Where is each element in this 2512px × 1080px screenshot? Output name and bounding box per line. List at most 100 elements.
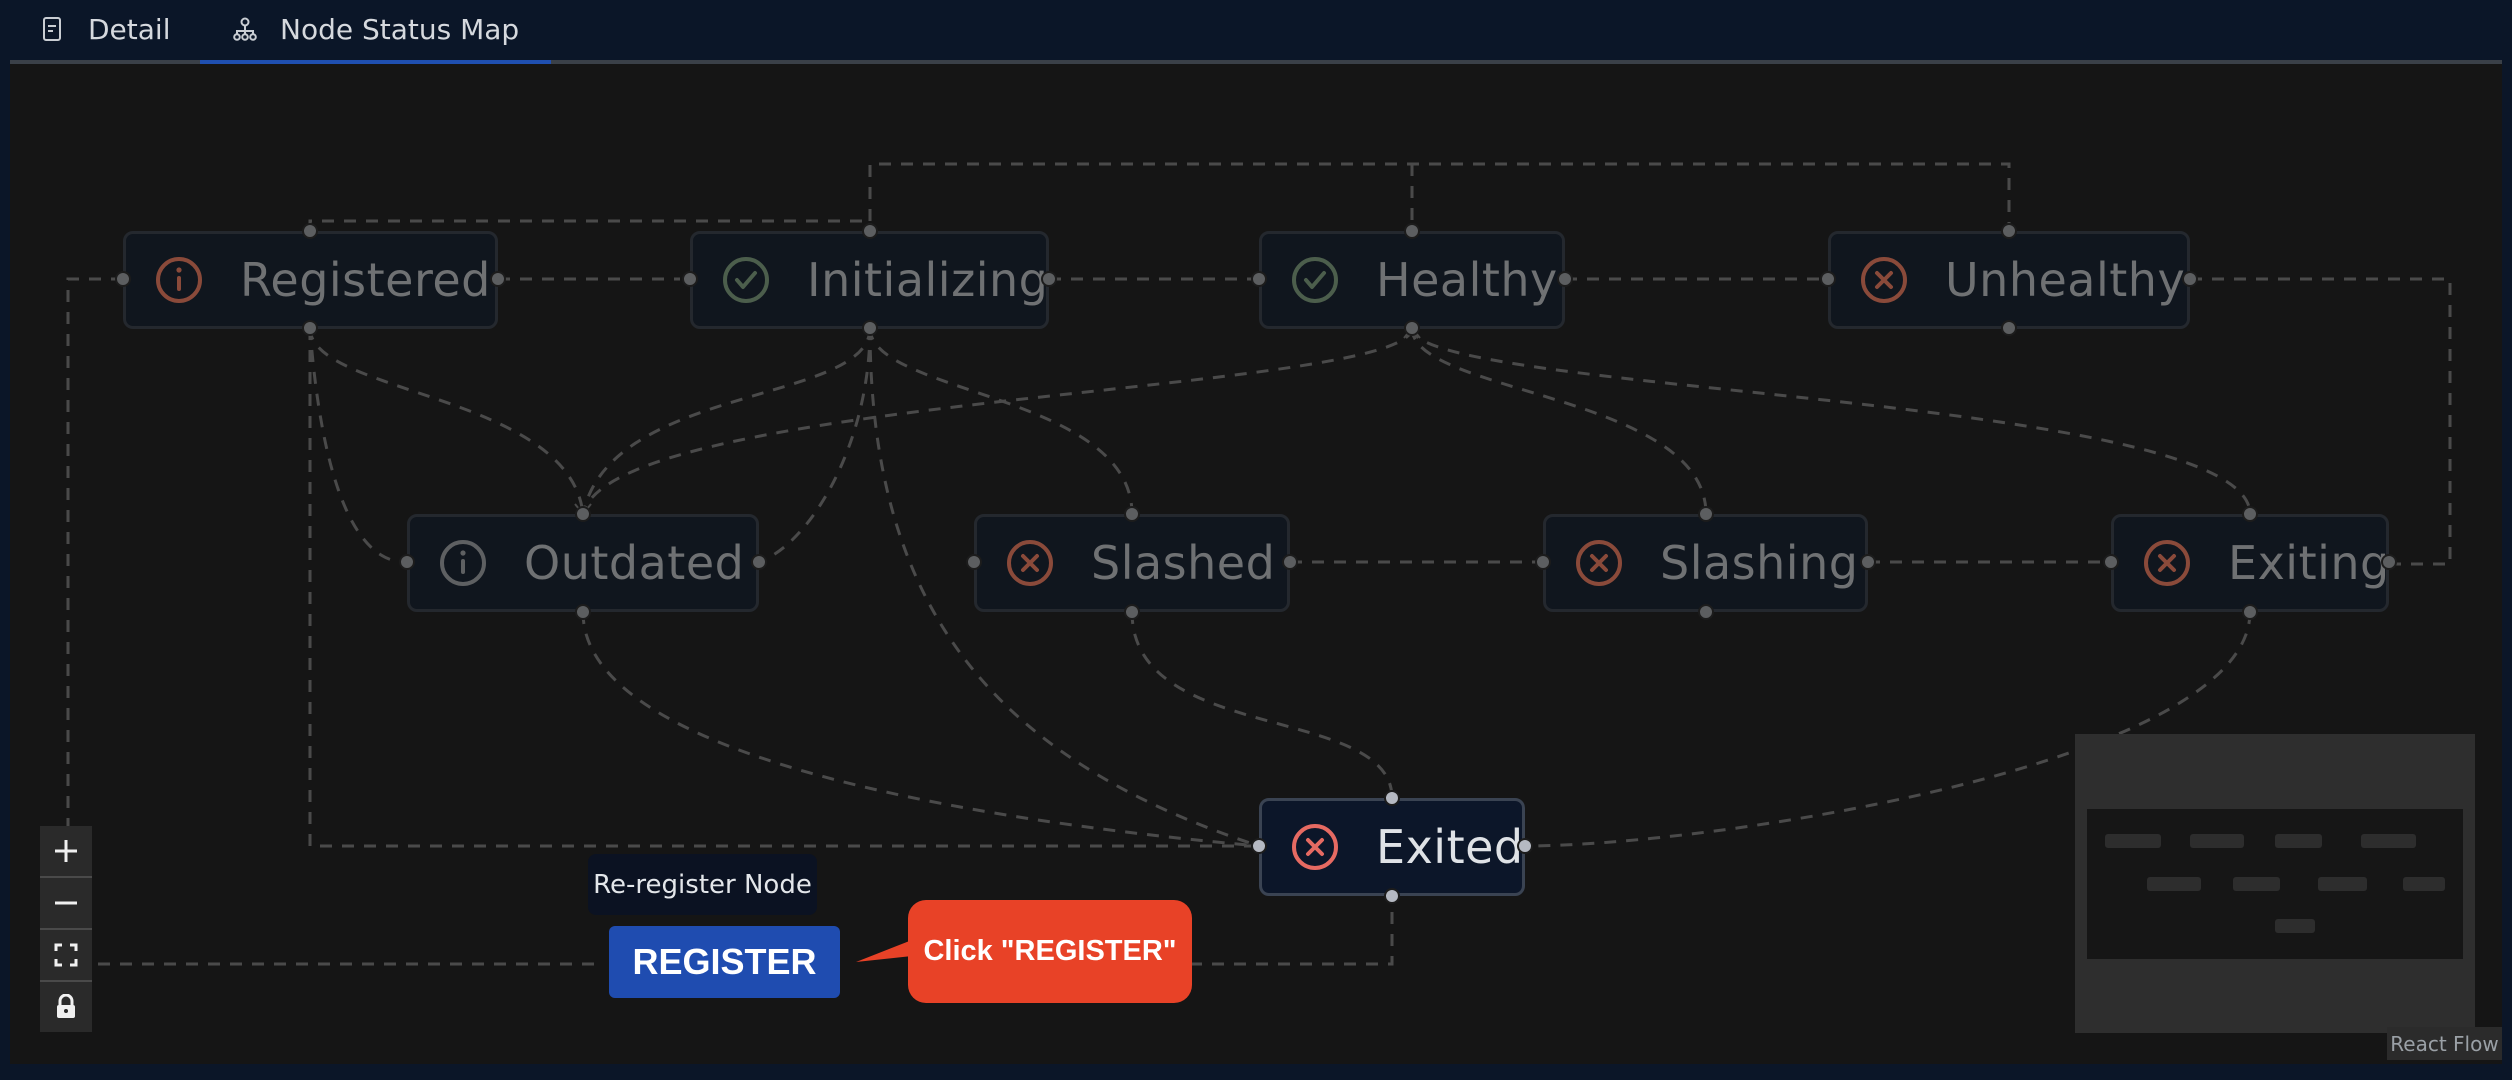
- handle[interactable]: [1251, 838, 1267, 854]
- zoom-in-button[interactable]: [40, 826, 92, 878]
- handle[interactable]: [2381, 554, 2397, 570]
- node-unhealthy[interactable]: Unhealthy: [1828, 231, 2190, 329]
- handle[interactable]: [1698, 604, 1714, 620]
- handle[interactable]: [2001, 223, 2017, 239]
- node-label: Initializing: [807, 253, 1049, 307]
- handle[interactable]: [490, 271, 506, 287]
- handle[interactable]: [575, 604, 591, 620]
- handle[interactable]: [1698, 506, 1714, 522]
- handle[interactable]: [1384, 790, 1400, 806]
- flow-canvas[interactable]: Registered Initializing Healthy Unhealth…: [10, 64, 2502, 1064]
- x-circle-icon: [1576, 540, 1622, 586]
- handle[interactable]: [2103, 554, 2119, 570]
- minimap-node: [2147, 877, 2201, 891]
- edge-initializing-top-unhealthy-top: [868, 162, 2011, 231]
- register-button[interactable]: REGISTER: [609, 926, 840, 998]
- handle[interactable]: [302, 223, 318, 239]
- handle[interactable]: [2242, 604, 2258, 620]
- handle[interactable]: [862, 320, 878, 336]
- edge-healthy-exiting: [1410, 327, 2252, 515]
- handle[interactable]: [1557, 271, 1573, 287]
- handle[interactable]: [1282, 554, 1298, 570]
- handle[interactable]: [751, 554, 767, 570]
- tab-detail-label: Detail: [88, 12, 171, 46]
- node-label: Exiting: [2228, 536, 2390, 590]
- handle[interactable]: [862, 223, 878, 239]
- tab-node-status-map-label: Node Status Map: [280, 12, 520, 46]
- tab-bar: Detail Node Status Map: [0, 0, 2512, 61]
- handle[interactable]: [1404, 223, 1420, 239]
- tab-node-status-map[interactable]: Node Status Map: [232, 0, 519, 58]
- node-healthy[interactable]: Healthy: [1259, 231, 1565, 329]
- x-circle-icon: [1007, 540, 1053, 586]
- handle[interactable]: [1860, 554, 1876, 570]
- handle[interactable]: [2182, 271, 2198, 287]
- node-initializing[interactable]: Initializing: [690, 231, 1049, 329]
- edge-registered-outdated-left: [308, 327, 408, 564]
- minimap-node: [2403, 877, 2445, 891]
- fit-view-icon: [54, 943, 78, 967]
- node-slashed[interactable]: Slashed: [974, 514, 1290, 612]
- edge-registered-outdated: [308, 327, 585, 515]
- edge-slashed-exited: [1130, 611, 1394, 799]
- handle[interactable]: [399, 554, 415, 570]
- check-circle-icon: [1292, 257, 1338, 303]
- lock-icon: [57, 994, 75, 1018]
- edge-initializing-outdated-right: [758, 327, 872, 564]
- x-circle-icon: [2144, 540, 2190, 586]
- handle[interactable]: [2242, 506, 2258, 522]
- minus-icon: [55, 901, 77, 905]
- handle[interactable]: [1384, 888, 1400, 904]
- handle[interactable]: [1820, 271, 1836, 287]
- handle[interactable]: [966, 554, 982, 570]
- tab-detail[interactable]: Detail: [40, 0, 170, 58]
- handle[interactable]: [1041, 271, 1057, 287]
- flow-controls: [40, 826, 92, 1032]
- node-label: Slashing: [1660, 536, 1859, 590]
- handle[interactable]: [682, 271, 698, 287]
- edge-registered-left-loop: [66, 277, 600, 966]
- re-register-tooltip: Re-register Node: [588, 854, 817, 915]
- minimap-node: [2275, 919, 2315, 933]
- node-exiting[interactable]: Exiting: [2111, 514, 2389, 612]
- edge-registered-top-initializing-top: [308, 219, 872, 231]
- node-label: Unhealthy: [1945, 253, 2186, 307]
- handle[interactable]: [302, 320, 318, 336]
- node-exited[interactable]: Exited: [1259, 798, 1525, 896]
- minimap[interactable]: [2075, 734, 2475, 1033]
- handle[interactable]: [1124, 604, 1140, 620]
- lock-button[interactable]: [40, 982, 92, 1032]
- edge-healthy-slashing: [1410, 327, 1708, 515]
- handle[interactable]: [115, 271, 131, 287]
- node-registered[interactable]: Registered: [123, 231, 498, 329]
- node-label: Exited: [1376, 820, 1524, 874]
- edge-initializing-outdated: [581, 327, 872, 515]
- node-label: Slashed: [1091, 536, 1276, 590]
- handle[interactable]: [1124, 506, 1140, 522]
- minimap-viewport[interactable]: [2087, 809, 2463, 959]
- handle[interactable]: [575, 506, 591, 522]
- handle[interactable]: [1517, 838, 1533, 854]
- minimap-node: [2275, 834, 2322, 848]
- info-icon: [156, 257, 202, 303]
- x-circle-icon: [1861, 257, 1907, 303]
- zoom-out-button[interactable]: [40, 878, 92, 930]
- sitemap-icon: [232, 16, 258, 42]
- node-slashing[interactable]: Slashing: [1543, 514, 1868, 612]
- handle[interactable]: [1251, 271, 1267, 287]
- node-outdated[interactable]: Outdated: [407, 514, 759, 612]
- minimap-node: [2361, 834, 2416, 848]
- info-icon: [440, 540, 486, 586]
- fit-view-button[interactable]: [40, 930, 92, 982]
- edge-outdated-exited: [581, 611, 1260, 848]
- handle[interactable]: [2001, 320, 2017, 336]
- minimap-node: [2233, 877, 2280, 891]
- node-label: Outdated: [524, 536, 745, 590]
- handle[interactable]: [1535, 554, 1551, 570]
- plus-icon: [55, 840, 77, 862]
- edge-healthy-outdated: [581, 327, 1414, 515]
- node-label: Registered: [240, 253, 491, 307]
- react-flow-attribution[interactable]: React Flow: [2387, 1027, 2502, 1060]
- check-circle-icon: [723, 257, 769, 303]
- handle[interactable]: [1404, 320, 1420, 336]
